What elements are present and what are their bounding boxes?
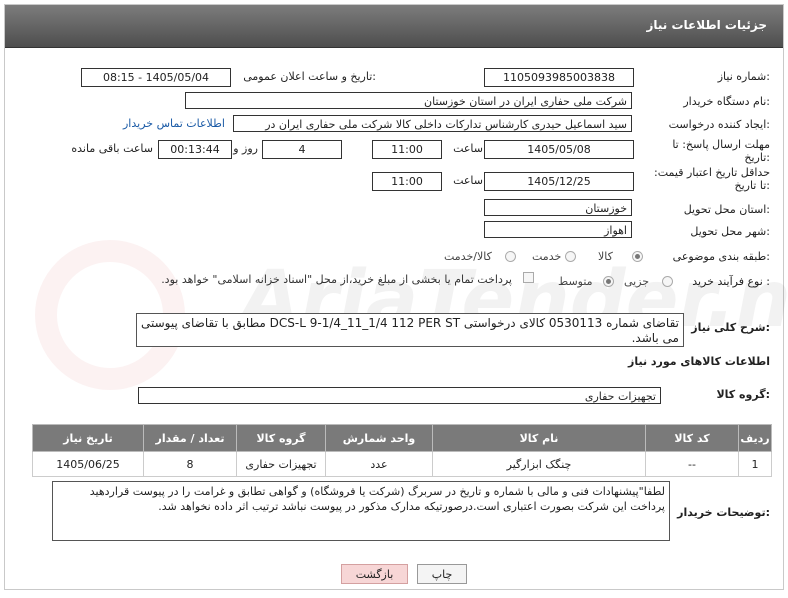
category-label: طبقه بندی موضوعی: [672,250,770,263]
announce-value: 1405/05/04 - 08:15 [81,68,231,87]
buyer-notes-text[interactable]: لطفا"پیشنهادات فنی و مالی با شماره و تار… [52,481,670,541]
cell-date: 1405/06/25 [32,451,144,477]
col-unit: واحد شمارش [325,424,433,452]
description-label: شرح کلی نیاز: [691,321,770,334]
col-row: ردیف [738,424,772,452]
process-radio-medium[interactable] [603,276,614,287]
cell-row: 1 [738,451,772,477]
goods-group-value: تجهیزات حفاری [138,387,661,404]
buyer-label: نام دستگاه خریدار: [683,95,770,108]
goods-group-label: گروه کالا: [716,388,770,401]
creator-value: سید اسماعیل حیدری کارشناس تدارکات داخلی … [233,115,632,132]
process-option-medium: متوسط [558,275,593,288]
back-button[interactable]: بازگشت [341,564,408,584]
cell-group: تجهیزات حفاری [236,451,326,477]
validity-time: 11:00 [372,172,442,191]
print-button[interactable]: چاپ [417,564,467,584]
process-option-minor: جزیی [624,275,650,288]
province-label: استان محل تحویل: [683,203,770,216]
remaining-time: 00:13:44 [158,140,232,159]
category-option-service: خدمت [532,250,562,263]
goods-table-header: ردیف کد کالا نام کالا واحد شمارش گروه کا… [32,424,772,452]
need-number-label: شماره نیاز: [717,70,770,83]
process-label: نوع فرآیند خرید : [692,275,770,288]
cell-unit: عدد [325,451,433,477]
deadline-date: 1405/05/08 [484,140,634,159]
cell-qty: 8 [143,451,237,477]
process-radio-minor[interactable] [662,276,673,287]
col-date: تاریخ نیاز [32,424,144,452]
province-value: خوزستان [484,199,632,216]
table-row: 1 -- چنگک ابزارگیر عدد تجهیزات حفاری 8 1… [32,451,772,477]
cell-code: -- [645,451,739,477]
goods-info-title: اطلاعات کالاهای مورد نیاز [628,355,770,368]
col-group: گروه کالا [236,424,326,452]
category-radio-service[interactable] [565,251,576,262]
deadline-time-label: ساعت [453,142,483,155]
city-value: اهواز [484,221,632,238]
buyer-notes-label: توضیحات خریدار: [677,506,770,519]
city-label: شهر محل تحویل: [690,225,770,238]
page-title: جزئیات اطلاعات نیاز [646,18,767,32]
deadline-time: 11:00 [372,140,442,159]
treasury-note: پرداخت تمام یا بخشی از مبلغ خرید،از محل … [161,273,512,286]
deadline-days: 4 [262,140,342,159]
category-radio-goods[interactable] [632,251,643,262]
col-code: کد کالا [645,424,739,452]
need-number-value: 1105093985003838 [484,68,634,87]
validity-date: 1405/12/25 [484,172,634,191]
creator-label: ایجاد کننده درخواست: [668,118,770,131]
treasury-checkbox[interactable] [523,272,534,283]
header-bar: جزئیات اطلاعات نیاز [5,5,783,48]
col-qty: تعداد / مقدار [143,424,237,452]
category-option-goods-service: کالا/خدمت [444,250,492,263]
announce-label: تاریخ و ساعت اعلان عمومی: [243,70,376,83]
buyer-contact-link[interactable]: اطلاعات تماس خریدار [123,117,225,130]
description-text[interactable]: تقاضای شماره 0530113 کالای درخواستی DCS-… [136,313,684,347]
deadline-label: مهلت ارسال پاسخ: تا تاریخ: [672,138,770,164]
goods-table: ردیف کد کالا نام کالا واحد شمارش گروه کا… [32,424,772,477]
buyer-value: شرکت ملی حفاری ایران در استان خوزستان [185,92,632,109]
col-name: نام کالا [432,424,646,452]
deadline-days-label: روز و [233,142,258,155]
remaining-label: ساعت باقی مانده [71,142,153,155]
category-option-goods: کالا [598,250,613,263]
validity-label: حداقل تاریخ اعتبار قیمت: تا تاریخ: [654,166,770,192]
cell-name: چنگک ابزارگیر [432,451,646,477]
validity-time-label: ساعت [453,174,483,187]
category-radio-goods-service[interactable] [505,251,516,262]
